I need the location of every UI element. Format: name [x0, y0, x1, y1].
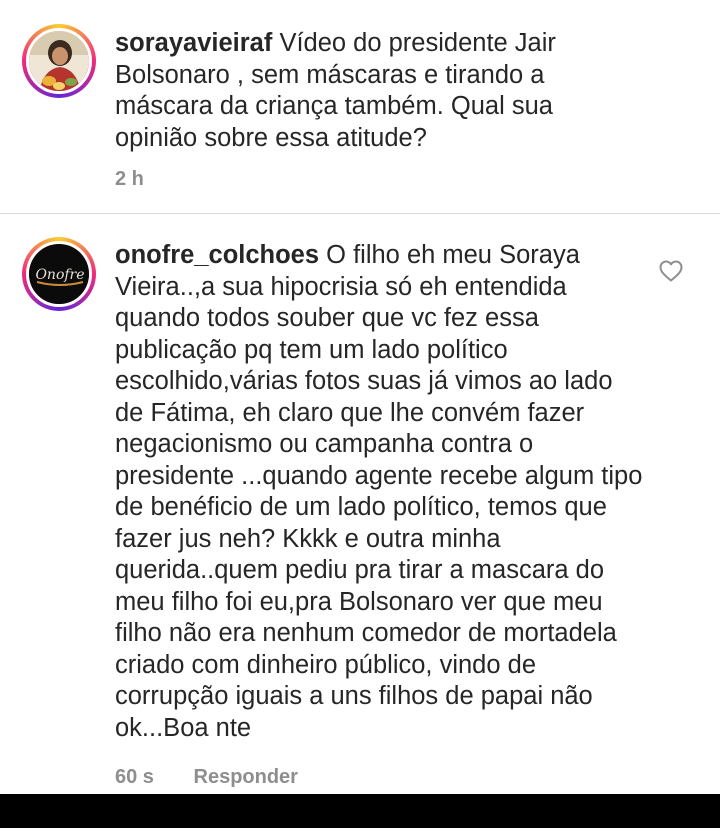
comment-author-avatar[interactable]: Onofre [22, 237, 96, 311]
onofre-logo: Onofre [29, 244, 89, 304]
heart-outline-icon[interactable] [659, 260, 683, 282]
comments-screen: sorayavieiraf Vídeo do presidente Jair B… [0, 0, 720, 828]
comment-text-block: onofre_colchoes O filho eh meu Soraya Vi… [115, 240, 645, 744]
onofre-logo-text: Onofre [35, 267, 84, 283]
comment-meta: 60 s Responder [115, 766, 298, 789]
caption-divider [0, 213, 720, 214]
post-caption: sorayavieiraf Vídeo do presidente Jair B… [0, 0, 720, 214]
comment-timestamp: 60 s [115, 766, 154, 788]
comment-username[interactable]: onofre_colchoes [115, 241, 319, 269]
caption-timestamp: 2 h [115, 168, 144, 190]
reply-button[interactable]: Responder [194, 766, 298, 789]
caption-author-avatar[interactable] [22, 24, 96, 98]
comment-body: O filho eh meu Soraya Vieira..,a sua hip… [115, 241, 643, 742]
caption-username[interactable]: sorayavieiraf [115, 29, 272, 57]
system-navigation-bar [0, 794, 720, 828]
caption-text-block: sorayavieiraf Vídeo do presidente Jair B… [115, 28, 595, 154]
avatar-photo [29, 31, 89, 91]
caption-meta: 2 h [115, 168, 144, 191]
